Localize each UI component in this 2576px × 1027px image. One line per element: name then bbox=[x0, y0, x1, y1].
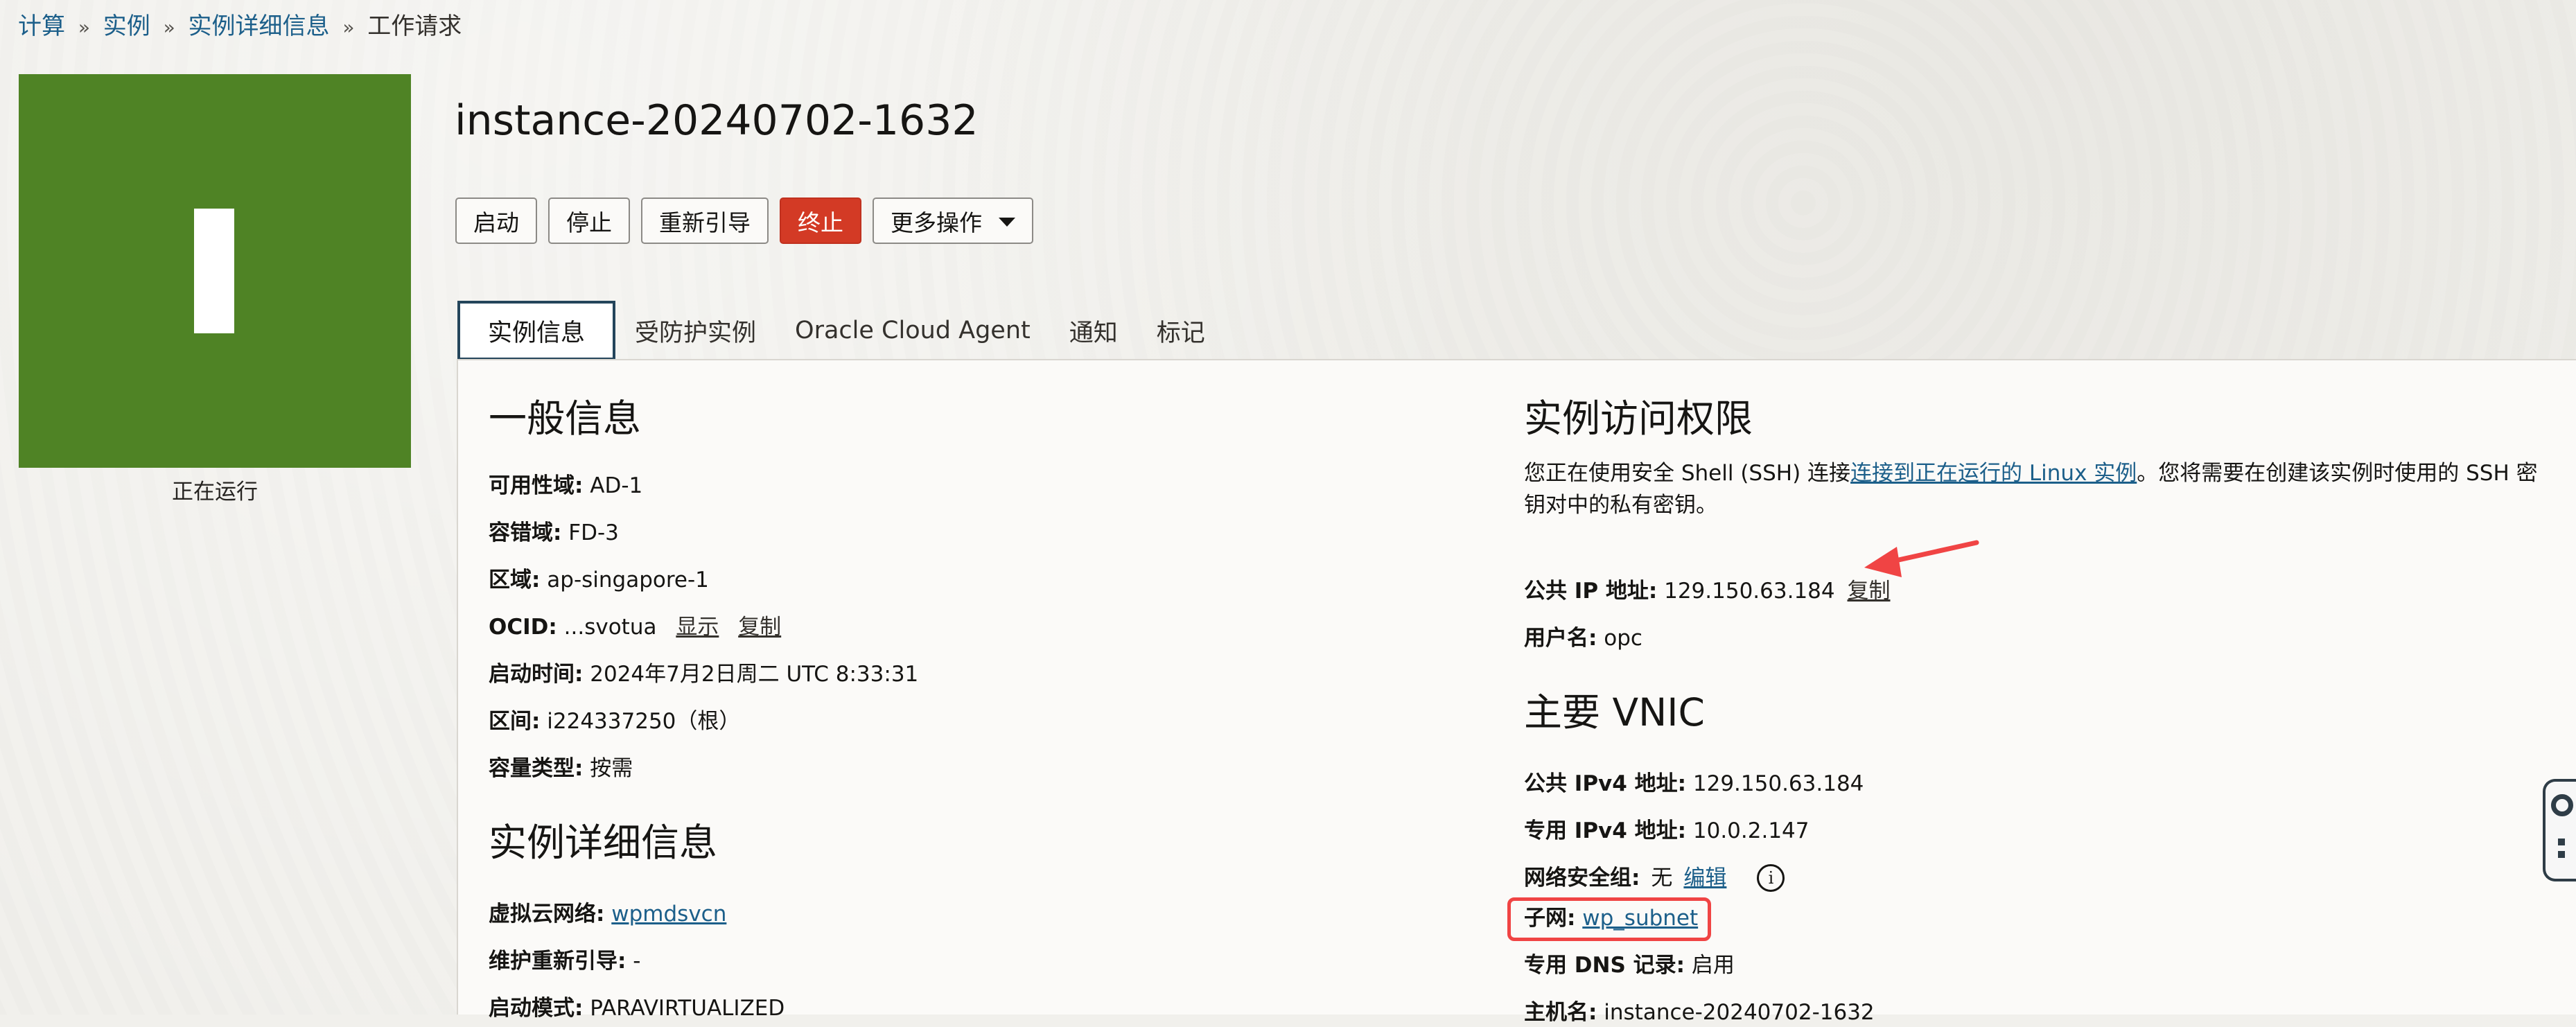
tab-instance-info[interactable]: 实例信息 bbox=[457, 301, 616, 360]
field-value: AD-1 bbox=[590, 473, 643, 498]
instance-icon bbox=[194, 209, 234, 333]
terminate-button[interactable]: 终止 bbox=[780, 198, 861, 244]
field-label: 容错域: bbox=[489, 520, 562, 545]
action-bar: 启动 停止 重新引导 终止 更多操作 bbox=[455, 198, 1033, 244]
compartment-field: 区间: i224337250（根） bbox=[489, 707, 740, 736]
more-actions-button[interactable]: 更多操作 bbox=[873, 198, 1033, 244]
field-label: 网络安全组: bbox=[1524, 866, 1640, 890]
vcn-field: 虚拟云网络: wpmdsvcn bbox=[489, 899, 726, 929]
fault-domain-field: 容错域: FD-3 bbox=[489, 518, 619, 547]
field-label: 主机名: bbox=[1524, 1000, 1597, 1025]
private-dns-field: 专用 DNS 记录: 启用 bbox=[1524, 951, 1735, 980]
help-widget-ring-icon bbox=[2551, 794, 2573, 816]
info-circle-icon[interactable]: i bbox=[1757, 864, 1785, 892]
field-label: 专用 IPv4 地址: bbox=[1524, 818, 1687, 843]
field-label: 用户名: bbox=[1524, 626, 1597, 651]
connect-linux-instance-link[interactable]: 连接到正在运行的 Linux 实例 bbox=[1850, 461, 2137, 486]
help-widget-icon[interactable] bbox=[2543, 779, 2576, 881]
launch-time-field: 启动时间: 2024年7月2日周二 UTC 8:33:31 bbox=[489, 660, 918, 689]
username-field: 用户名: opc bbox=[1524, 624, 1642, 653]
field-value: ap-singapore-1 bbox=[547, 568, 709, 592]
breadcrumb-instances[interactable]: 实例 bbox=[103, 12, 150, 40]
instance-status-tile bbox=[19, 74, 411, 468]
breadcrumb-work-requests: 工作请求 bbox=[367, 12, 462, 40]
tab-oracle-cloud-agent[interactable]: Oracle Cloud Agent bbox=[776, 301, 1050, 360]
field-value: instance-20240702-1632 bbox=[1604, 1000, 1875, 1025]
general-info-title: 一般信息 bbox=[489, 396, 642, 441]
private-ipv4-field: 专用 IPv4 地址: 10.0.2.147 bbox=[1524, 816, 1810, 845]
field-value: - bbox=[633, 949, 641, 974]
field-value: 2024年7月2日周二 UTC 8:33:31 bbox=[590, 662, 919, 687]
help-widget-dots-icon bbox=[2558, 839, 2565, 845]
subnet-field: 子网: wp_subnet bbox=[1524, 904, 1698, 933]
public-ip-field: 公共 IP 地址: 129.150.63.184 复制 bbox=[1524, 577, 1891, 606]
field-label: 启动模式: bbox=[489, 996, 584, 1021]
tab-bar: 实例信息 受防护实例 Oracle Cloud Agent 通知 标记 bbox=[457, 301, 1225, 360]
public-ipv4-field: 公共 IPv4 地址: 129.150.63.184 bbox=[1524, 769, 1864, 798]
breadcrumb-separator: » bbox=[163, 16, 175, 39]
region-field: 区域: ap-singapore-1 bbox=[489, 565, 709, 595]
vcn-link[interactable]: wpmdsvcn bbox=[611, 902, 726, 927]
instance-access-title: 实例访问权限 bbox=[1524, 396, 1753, 441]
annotation-arrow-icon bbox=[1864, 540, 1979, 577]
stop-button[interactable]: 停止 bbox=[548, 198, 630, 244]
field-label: 区域: bbox=[489, 568, 541, 592]
instance-info-panel: 一般信息 可用性域: AD-1 容错域: FD-3 区域: ap-singapo… bbox=[457, 359, 2576, 1025]
field-label: 区间: bbox=[489, 709, 541, 734]
chevron-down-icon bbox=[999, 217, 1015, 227]
field-value: 129.150.63.184 bbox=[1692, 771, 1864, 796]
breadcrumb-compute[interactable]: 计算 bbox=[18, 12, 65, 40]
ocid-field: OCID: ...svotua 显示 复制 bbox=[489, 613, 781, 642]
ocid-show-link[interactable]: 显示 bbox=[676, 615, 719, 640]
field-label: 维护重新引导: bbox=[489, 949, 627, 974]
reboot-button[interactable]: 重新引导 bbox=[641, 198, 769, 244]
page-title: instance-20240702-1632 bbox=[455, 96, 979, 145]
field-value: 按需 bbox=[590, 756, 633, 781]
field-label: 公共 IP 地址: bbox=[1524, 579, 1658, 604]
field-label: 专用 DNS 记录: bbox=[1524, 953, 1685, 978]
instance-status-label: 正在运行 bbox=[172, 480, 258, 504]
tab-shielded-instance[interactable]: 受防护实例 bbox=[615, 301, 776, 360]
breadcrumb-instance-details[interactable]: 实例详细信息 bbox=[189, 12, 330, 40]
field-value: 129.150.63.184 bbox=[1664, 579, 1835, 604]
ocid-copy-link[interactable]: 复制 bbox=[738, 615, 781, 640]
more-actions-label: 更多操作 bbox=[891, 209, 982, 236]
capacity-type-field: 容量类型: 按需 bbox=[489, 754, 633, 783]
tab-tags[interactable]: 标记 bbox=[1137, 301, 1225, 360]
primary-vnic-title: 主要 VNIC bbox=[1524, 690, 1705, 735]
tab-notifications[interactable]: 通知 bbox=[1050, 301, 1137, 360]
field-label: 子网: bbox=[1524, 906, 1576, 931]
availability-domain-field: 可用性域: AD-1 bbox=[489, 471, 642, 500]
field-value: 无 bbox=[1651, 866, 1673, 890]
field-value: i224337250（根） bbox=[547, 709, 741, 734]
field-value: FD-3 bbox=[568, 520, 619, 545]
breadcrumb: 计算 » 实例 » 实例详细信息 » 工作请求 bbox=[18, 11, 462, 43]
field-label: 虚拟云网络: bbox=[489, 902, 605, 927]
field-value: PARAVIRTUALIZED bbox=[590, 996, 785, 1021]
field-label: 容量类型: bbox=[489, 756, 584, 781]
nsg-edit-link[interactable]: 编辑 bbox=[1683, 863, 1726, 893]
field-label: 公共 IPv4 地址: bbox=[1524, 771, 1687, 796]
maintenance-reboot-field: 维护重新引导: - bbox=[489, 947, 640, 976]
instance-access-description: 您正在使用安全 Shell (SSH) 连接连接到正在运行的 Linux 实例。… bbox=[1524, 457, 2557, 521]
description-prefix: 您正在使用安全 Shell (SSH) 连接 bbox=[1524, 461, 1851, 486]
breadcrumb-separator: » bbox=[78, 16, 90, 39]
field-label: 启动时间: bbox=[489, 662, 584, 687]
field-label: 可用性域: bbox=[489, 473, 584, 498]
network-security-group-field: 网络安全组: 无 编辑 i bbox=[1524, 863, 1785, 893]
field-value: 10.0.2.147 bbox=[1692, 818, 1810, 843]
hostname-field: 主机名: instance-20240702-1632 bbox=[1524, 998, 1875, 1027]
launch-mode-field: 启动模式: PARAVIRTUALIZED bbox=[489, 994, 785, 1023]
field-value: ...svotua bbox=[563, 615, 657, 640]
field-value: opc bbox=[1604, 626, 1642, 651]
subnet-link[interactable]: wp_subnet bbox=[1582, 906, 1698, 931]
breadcrumb-separator: » bbox=[342, 16, 355, 39]
field-label: OCID: bbox=[489, 615, 557, 640]
field-value: 启用 bbox=[1691, 953, 1735, 978]
instance-details-title: 实例详细信息 bbox=[489, 820, 718, 865]
start-button[interactable]: 启动 bbox=[455, 198, 537, 244]
